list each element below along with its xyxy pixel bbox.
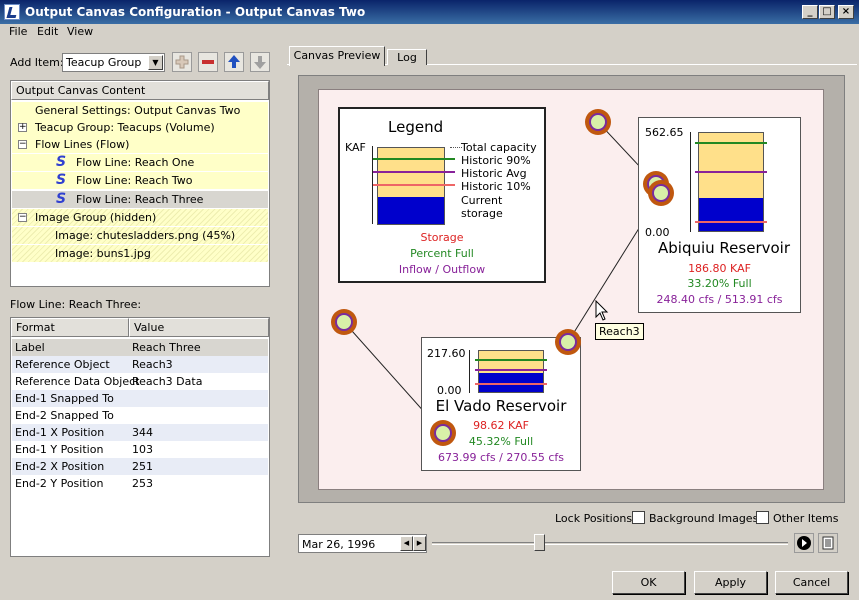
- abiquiu-h90-line: [695, 142, 767, 144]
- other-items-checkbox[interactable]: [756, 511, 769, 524]
- settings-button[interactable]: [818, 533, 838, 553]
- document-list-icon: [822, 536, 834, 550]
- abiquiu-min: 0.00: [645, 226, 670, 239]
- legend-storage: Storage: [420, 231, 464, 244]
- elvado-havg-line: [475, 369, 547, 371]
- elvado-h10-line: [475, 383, 547, 385]
- background-images-checkbox[interactable]: [632, 511, 645, 524]
- abiquiu-name: Abiquiu Reservoir: [658, 239, 790, 257]
- play-button[interactable]: [794, 533, 814, 553]
- abiquiu-max: 562.65: [645, 126, 684, 139]
- reach-three-end-1-handle[interactable]: [648, 180, 674, 206]
- abiquiu-axis: [690, 132, 691, 232]
- date-next-button[interactable]: ▶: [413, 536, 426, 551]
- ok-button[interactable]: OK: [612, 571, 685, 594]
- legend-box[interactable]: Legend KAF Total capacity Historic 90% H…: [338, 107, 546, 283]
- elvado-name: El Vado Reservoir: [435, 397, 567, 415]
- legend-title: Legend: [388, 118, 444, 136]
- elvado-min: 0.00: [437, 384, 462, 397]
- legend-flow: Inflow / Outflow: [398, 263, 486, 276]
- lock-positions-label: Lock Positions:: [555, 512, 636, 525]
- elvado-teacup: [478, 350, 544, 393]
- elvado-axis: [469, 350, 470, 393]
- other-items-label: Other Items: [773, 512, 839, 525]
- time-slider-thumb[interactable]: [533, 534, 545, 551]
- abiquiu-flow: 248.40 cfs / 513.91 cfs: [656, 293, 783, 306]
- legend-h90-line: [373, 158, 455, 160]
- abiquiu-pct: 33.20% Full: [687, 277, 752, 290]
- elvado-flow: 673.99 cfs / 270.55 cfs: [438, 451, 564, 464]
- date-value: Mar 26, 1996: [302, 538, 376, 551]
- mouse-cursor-icon: [595, 300, 609, 321]
- abiquiu-teacup: [698, 132, 764, 232]
- reach-two-end-2-handle[interactable]: [430, 420, 456, 446]
- legend-item-total: Total capacity: [461, 141, 537, 154]
- legend-h10-line: [373, 184, 455, 186]
- cancel-button[interactable]: Cancel: [775, 571, 848, 594]
- elvado-max: 217.60: [427, 347, 466, 360]
- legend-item-havg: Historic Avg: [461, 167, 527, 180]
- date-spinner[interactable]: Mar 26, 1996 ◀ ▶: [298, 534, 427, 553]
- abiquiu-kaf: 186.80 KAF: [688, 262, 751, 275]
- background-images-label: Background Images: [649, 512, 759, 525]
- apply-button[interactable]: Apply: [694, 571, 767, 594]
- legend-current-storage-bar: [378, 197, 444, 224]
- date-prev-button[interactable]: ◀: [400, 536, 413, 551]
- abiquiu-storage-bar: [699, 198, 763, 231]
- time-slider-track[interactable]: [432, 542, 788, 545]
- legend-percent: Percent Full: [410, 247, 474, 260]
- reach-one-end-1-handle[interactable]: [585, 109, 611, 135]
- legend-item-h10: Historic 10%: [461, 180, 531, 193]
- abiquiu-havg-line: [695, 171, 767, 173]
- reach-two-end-1-handle[interactable]: [331, 309, 357, 335]
- legend-item-current: Current storage: [461, 194, 503, 220]
- legend-havg-line: [373, 171, 455, 173]
- play-icon: [797, 536, 811, 550]
- legend-unit: KAF: [345, 141, 366, 154]
- teacup-elvado[interactable]: 217.60 0.00 El Vado Reservoir 98.62 KAF …: [421, 337, 581, 471]
- abiquiu-h10-line: [695, 221, 767, 223]
- legend-item-h90: Historic 90%: [461, 154, 531, 167]
- elvado-h90-line: [475, 359, 547, 361]
- tab-canvas-preview[interactable]: Canvas Preview: [289, 46, 385, 66]
- reach-three-end-2-handle[interactable]: [555, 329, 581, 355]
- tooltip: Reach3: [595, 323, 644, 340]
- teacup-abiquiu[interactable]: 562.65 0.00 Abiquiu Reservoir 186.80 KAF…: [638, 117, 801, 313]
